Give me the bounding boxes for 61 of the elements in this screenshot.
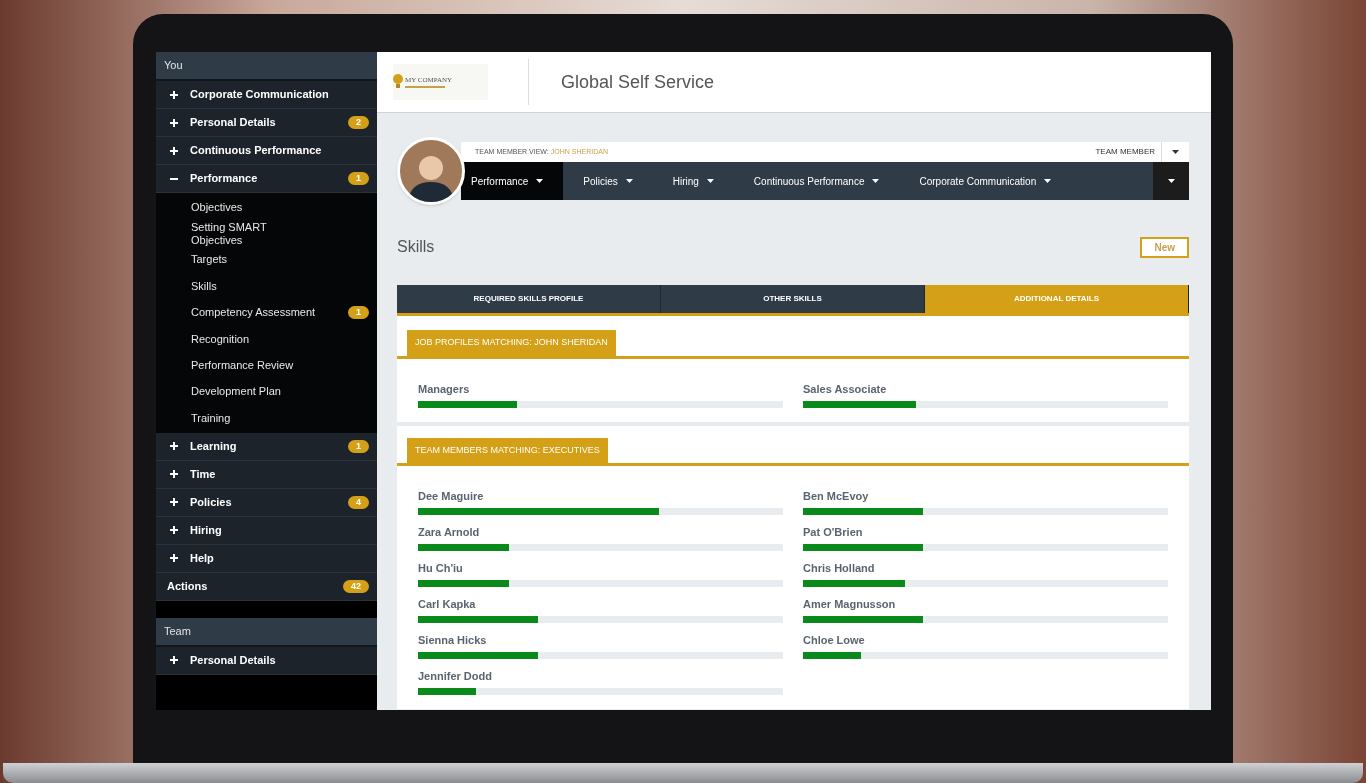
match-name: Pat O'Brien — [803, 526, 864, 539]
nav-menu-item[interactable]: Corporate Communication — [899, 162, 1072, 200]
nav-menu-item[interactable]: Hiring — [652, 162, 734, 200]
match-name: Chloe Lowe — [803, 634, 866, 647]
sidebar-item[interactable]: Corporate Communication — [156, 81, 377, 109]
nav-menu-item[interactable]: Continuous Performance — [733, 162, 900, 200]
count-badge: 1 — [348, 306, 369, 320]
caret-icon — [872, 179, 880, 183]
match-name: Dee Maguire — [418, 490, 485, 503]
sidebar-item[interactable]: Continuous Performance — [156, 137, 377, 165]
role-label: TEAM MEMBER — [1095, 146, 1155, 158]
match-name: Sales Associate — [803, 382, 888, 396]
sidebar-item[interactable]: Personal Details 2 — [156, 109, 377, 137]
sidebar-item[interactable]: Performance 1 — [156, 165, 377, 193]
sidebar-item[interactable]: Policies 4 — [156, 488, 377, 517]
bulb-icon — [393, 74, 403, 90]
sidebar-subitem[interactable]: Objectives — [156, 194, 377, 221]
caret-icon — [625, 179, 633, 183]
caret-icon — [1167, 179, 1175, 183]
count-badge: 4 — [348, 495, 369, 509]
match-name: Jennifer Dodd — [418, 670, 493, 683]
count-badge: 42 — [343, 579, 369, 593]
sidebar-item[interactable]: Hiring — [156, 516, 377, 545]
sidebar-subitem[interactable]: Recognition — [156, 325, 377, 353]
app-title: Global Self Service — [561, 70, 715, 94]
count-badge: 1 — [348, 172, 369, 185]
tab[interactable]: REQUIRED SKILLS PROFILE — [397, 285, 661, 313]
sidebar-subitem[interactable]: Performance Review — [156, 352, 377, 379]
sidebar-subitem[interactable]: Training — [156, 405, 377, 432]
caret-icon — [706, 179, 714, 183]
sidebar-subitem[interactable]: Development Plan — [156, 378, 377, 406]
count-badge: 2 — [348, 116, 369, 129]
match-name: Ben McEvoy — [803, 490, 870, 503]
caret-icon — [536, 179, 544, 183]
section-heading: TEAM MEMBERS MATCHING: EXECUTIVES — [407, 437, 608, 463]
nav-menu-item[interactable]: Performance — [461, 162, 564, 200]
sidebar-subitem[interactable]: Competency Assessment 1 — [156, 299, 377, 326]
sidebar-subitem[interactable]: Setting SMART Objectives — [156, 220, 377, 247]
caret-icon — [1172, 150, 1179, 154]
nav-menu-item[interactable]: Policies — [563, 162, 653, 200]
match-name: Managers — [418, 382, 471, 396]
caret-icon — [1044, 179, 1052, 183]
match-name: Sienna Hicks — [418, 634, 488, 647]
sidebar-section-header: Team — [156, 617, 377, 647]
match-name: Zara Arnold — [418, 526, 481, 539]
match-name: Amer Magnusson — [803, 598, 897, 611]
section-heading: JOB PROFILES MATCHING: JOHN SHERIDAN — [407, 330, 616, 356]
sidebar-item[interactable]: Personal Details — [156, 646, 377, 675]
tab[interactable]: OTHER SKILLS — [661, 285, 925, 313]
match-name: Chris Holland — [803, 562, 876, 575]
sidebar-section-header: You — [156, 52, 377, 81]
sidebar-subitem[interactable]: Targets — [156, 246, 377, 274]
sidebar-subitem[interactable]: Skills — [156, 273, 377, 300]
sidebar-item[interactable]: Learning 1 — [156, 432, 377, 461]
sidebar-item[interactable]: Actions 42 — [156, 572, 377, 601]
sidebar-item[interactable]: Help — [156, 544, 377, 573]
match-name: Carl Kapka — [418, 598, 477, 611]
page-title: Skills — [397, 237, 435, 257]
match-name: Hu Ch'iu — [418, 562, 464, 575]
count-badge: 1 — [348, 439, 369, 453]
sidebar-item[interactable]: Time — [156, 460, 377, 489]
